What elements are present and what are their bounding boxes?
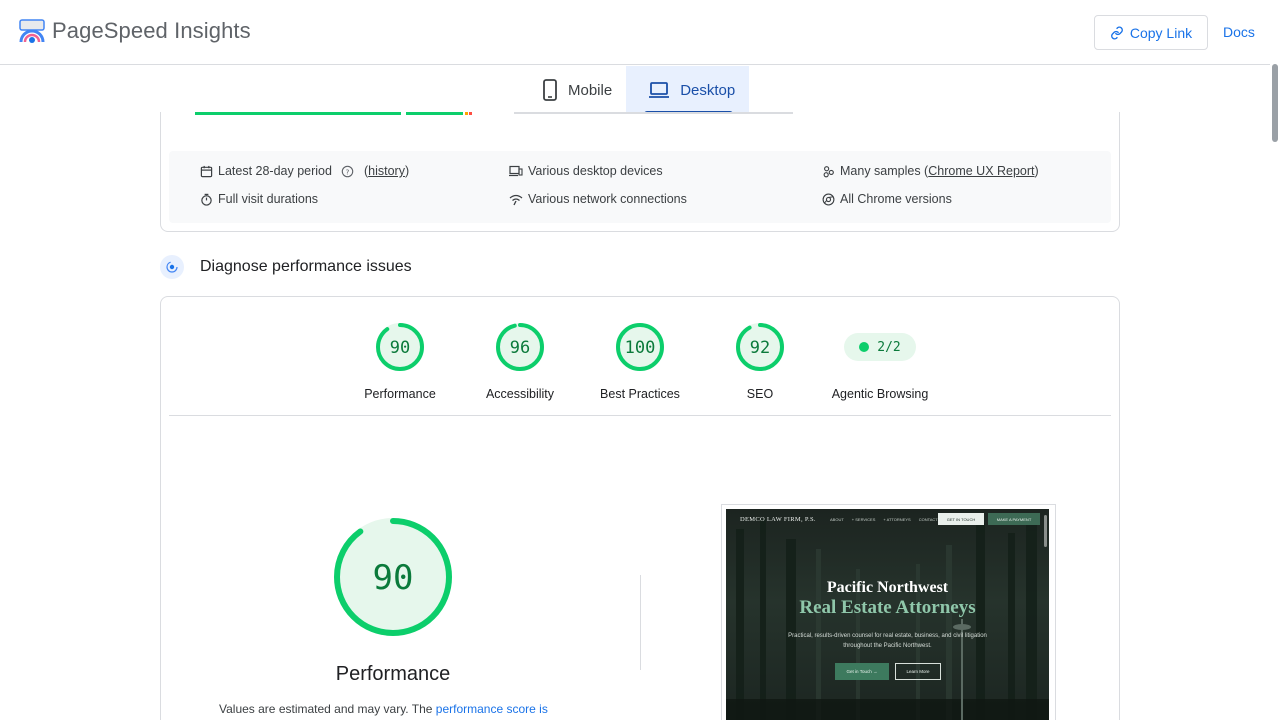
gauge-ring: 92 [736,323,784,371]
preview-brand: DEMCO LAW FIRM, P.S. [740,516,816,523]
gauge-label: SEO [746,387,774,401]
preview-nav-item: ABOUT [830,517,844,522]
performance-score-link[interactable]: performance score is [436,702,548,716]
tab-desktop[interactable]: Desktop [626,66,750,114]
gauge-value: 90 [390,338,410,358]
preview-nav-item: + SERVICES [851,517,876,522]
diagnose-icon [160,255,184,279]
tab-desktop-label: Desktop [680,81,736,99]
vertical-divider [640,575,641,670]
performance-title: Performance [335,663,451,685]
preview-get-in-touch: GET IN TOUCH [938,513,984,525]
final-screenshot: DEMCO LAW FIRM, P.S. ABOUT + SERVICES + … [721,504,1056,720]
pagespeed-logo-icon[interactable] [18,18,46,44]
preview-nav-item: + ATTORNEYS [883,517,911,522]
help-icon[interactable]: ? [341,164,355,178]
chrome-ux-report-link[interactable]: Chrome UX Report [928,164,1034,178]
laptop-icon [649,82,670,98]
tab-mobile-label: Mobile [568,81,613,99]
preview-hero-line2: Real Estate Attorneys [799,597,976,618]
gauge-value: 96 [510,338,530,358]
info-durations-text: Full visit durations [218,192,319,206]
pass-dot-icon [859,342,870,352]
info-period-text: Latest 28-day period [218,164,332,178]
calendar-icon [199,164,213,178]
page-scrollbar[interactable] [1270,64,1280,720]
tab-mobile[interactable]: Mobile [520,66,626,114]
gauge-ring: 96 [496,323,544,371]
info-chrome-text: All Chrome versions [840,192,952,206]
distribution-bar-empty [514,112,793,114]
preview-make-payment: MAKE A PAYMENT [988,513,1040,525]
distribution-bar-good-2 [406,112,463,115]
section-divider [169,415,1111,416]
preview-scrollbar [1044,515,1047,547]
samples-icon [821,164,835,178]
performance-big-gauge: 90 [334,518,452,636]
lab-data-card: 90 Performance 96 Accessibility 100 Best… [160,296,1120,720]
info-network-text: Various network connections [528,192,687,206]
info-devices-text: Various desktop devices [528,164,663,178]
history-link-text[interactable]: history [368,164,405,178]
screenshot-image: DEMCO LAW FIRM, P.S. ABOUT + SERVICES + … [726,509,1049,720]
info-samples-prefix: Many samples ( [840,164,929,178]
gauge-ring: 90 [376,323,424,371]
copy-link-label: Copy Link [1129,24,1193,41]
app-header: PageSpeed Insights Copy Link Docs [0,0,1280,65]
info-samples-suffix: ) [1034,164,1039,178]
docs-link[interactable]: Docs [1223,24,1255,40]
info-network: Various network connections [509,192,687,206]
distribution-bar-poor [469,112,472,115]
svg-text:?: ? [346,167,350,176]
distribution-bar-mid [465,112,468,115]
info-chrome: All Chrome versions [821,192,952,206]
gauge-label: Agentic Browsing [831,387,929,401]
info-devices: Various desktop devices [509,164,663,178]
gauge-ring: 100 [616,323,664,371]
diagnose-title: Diagnose performance issues [200,258,412,275]
info-period: Latest 28-day period ? (history) [199,164,409,178]
phone-icon [543,79,557,101]
distribution-bar-good [195,112,401,115]
field-info-panel: Latest 28-day period ? (history) Full vi… [169,151,1111,223]
gauge-best-practices[interactable]: 100 Best Practices [580,321,700,401]
big-gauge-value: 90 [373,558,414,598]
devices-icon [509,164,523,178]
preview-hero-sub: Practical, results-driven counsel for re… [788,633,987,649]
gauge-seo[interactable]: 92 SEO [700,321,820,401]
app-title[interactable]: PageSpeed Insights [52,18,251,44]
gauge-value: 100 [625,338,656,358]
wifi-icon [509,192,523,206]
preview-hero-line1: Pacific Northwest [826,579,949,596]
info-samples: Many samples (Chrome UX Report) [821,164,1039,178]
gauge-value: 92 [750,338,770,358]
field-data-card: Latest 28-day period ? (history) Full vi… [160,112,1120,232]
chrome-icon [821,192,835,206]
preview-nav: DEMCO LAW FIRM, P.S. ABOUT + SERVICES + … [726,509,1049,531]
history-link[interactable]: (history) [364,164,409,178]
agentic-value: 2/2 [877,339,901,355]
link-icon [1110,26,1123,39]
preview-nav-item: CONTACT [918,517,938,522]
estimate-note-text: Values are estimated and may vary. The [219,702,436,716]
stopwatch-icon [199,192,213,206]
preview-cta-primary: Get in Touch → [835,663,889,680]
gauge-label: Performance [364,387,436,401]
device-tabs: Mobile Desktop [520,66,750,114]
gauge-agentic-browsing[interactable]: 2/2 Agentic Browsing [820,321,940,401]
preview-nav-links: ABOUT + SERVICES + ATTORNEYS CONTACT [830,517,938,522]
preview-cta-secondary: Learn More [895,663,941,680]
estimate-note: Values are estimated and may vary. The p… [219,702,548,716]
gauge-performance[interactable]: 90 Performance [340,321,460,401]
gauge-label: Accessibility [485,387,555,401]
gauge-label: Best Practices [600,387,680,401]
copy-link-button[interactable]: Copy Link [1094,15,1208,50]
agentic-pill: 2/2 [844,333,916,361]
gauge-accessibility[interactable]: 96 Accessibility [460,321,580,401]
info-durations: Full visit durations [199,192,318,206]
page-scrollbar-thumb[interactable] [1272,64,1278,142]
